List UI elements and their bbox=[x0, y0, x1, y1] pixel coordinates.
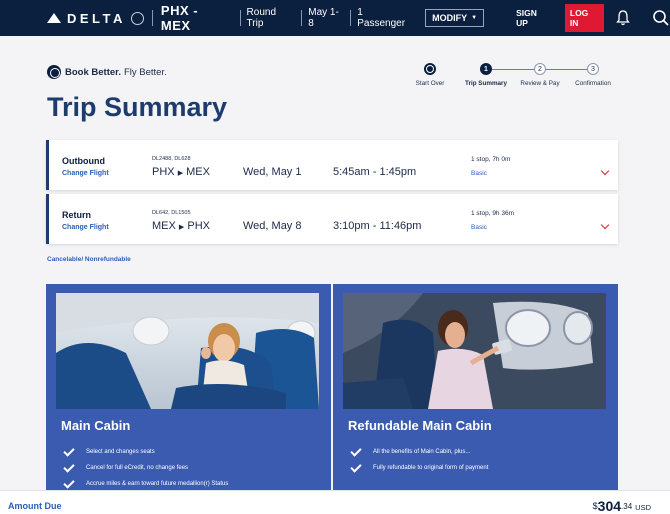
arrow-right-icon: ▶ bbox=[177, 170, 184, 177]
tagline-bold: Book Better. bbox=[65, 66, 121, 78]
trip-type: Round Trip bbox=[246, 7, 277, 29]
flight-numbers: DL642, DL1505 bbox=[152, 210, 191, 216]
fare-class: Basic bbox=[471, 224, 487, 231]
chevron-down-icon[interactable] bbox=[600, 166, 610, 176]
feature-text: Accrue miles & earn toward future medall… bbox=[86, 481, 229, 487]
step-label: Confirmation bbox=[575, 80, 611, 87]
passenger-count: 1 Passenger bbox=[357, 7, 406, 29]
cabin-photo bbox=[56, 293, 319, 409]
checkmark-icon bbox=[350, 444, 362, 457]
feature-item: All the benefits of Main Cabin, plus... bbox=[348, 444, 488, 460]
modify-button[interactable]: MODIFY ▼ bbox=[425, 9, 485, 27]
start-over-label: Start Over bbox=[415, 80, 445, 87]
amount-due-value: $ 304 .34 USD bbox=[593, 498, 651, 514]
flight-card-outbound[interactable]: Outbound Change Flight DL2488, DL628 PHX… bbox=[46, 140, 618, 190]
flight-date: Wed, May 8 bbox=[243, 220, 302, 232]
route-label: PHX - MEX bbox=[160, 3, 199, 33]
flight-card-return[interactable]: Return Change Flight DL642, DL1505 MEX ▶… bbox=[46, 194, 618, 244]
feature-text: Cancel for full eCredit, no change fees bbox=[86, 465, 189, 471]
brand-name: DELTA bbox=[67, 10, 126, 26]
amount-integer: 304 bbox=[597, 498, 622, 514]
feature-text: All the benefits of Main Cabin, plus... bbox=[373, 449, 471, 455]
destination-code: PHX bbox=[187, 220, 210, 232]
step-number: 3 bbox=[587, 63, 599, 75]
flight-times: 5:45am - 1:45pm bbox=[333, 166, 417, 178]
checkmark-icon bbox=[63, 444, 75, 457]
origin-code: PHX bbox=[152, 166, 175, 178]
sign-up-link[interactable]: SIGN UP bbox=[516, 8, 551, 28]
booking-progress: Start Over 1 Trip Summary 2 Review & Pay… bbox=[410, 63, 622, 93]
delta-widget-icon bbox=[47, 13, 61, 23]
flight-route: PHX ▶ MEX bbox=[152, 166, 210, 178]
fare-class: Basic bbox=[471, 170, 487, 177]
flight-stops: 1 stop, 7h 0m bbox=[471, 156, 511, 163]
cancel-policy-link[interactable]: Cancelable/ Nonrefundable bbox=[47, 256, 131, 263]
divider bbox=[350, 10, 352, 26]
caret-down-icon: ▼ bbox=[471, 15, 478, 21]
cabin-features: All the benefits of Main Cabin, plus... … bbox=[348, 444, 488, 476]
amount-decimal: .34 bbox=[621, 502, 633, 511]
flight-direction: Outbound bbox=[62, 156, 105, 166]
feature-item: Cancel for full eCredit, no change fees bbox=[61, 460, 228, 476]
flight-stops: 1 stop, 9h 36m bbox=[471, 210, 514, 217]
bell-icon[interactable] bbox=[616, 10, 630, 26]
feature-item: Fully refundable to original form of pay… bbox=[348, 460, 488, 476]
divider bbox=[301, 10, 303, 26]
flight-date: Wed, May 1 bbox=[243, 166, 302, 178]
cabin-name: Refundable Main Cabin bbox=[348, 418, 492, 433]
tagline-rest: Fly Better. bbox=[123, 66, 167, 78]
top-nav: DELTA PHX - MEX Round Trip May 1-8 1 Pas… bbox=[0, 0, 670, 36]
origin-code: MEX bbox=[152, 220, 176, 232]
checkmark-icon bbox=[350, 460, 362, 473]
page-title: Trip Summary bbox=[47, 92, 228, 122]
checkmark-icon bbox=[63, 460, 75, 473]
change-flight-link[interactable]: Change Flight bbox=[62, 170, 109, 177]
cabin-photo bbox=[343, 293, 606, 409]
destination-code: MEX bbox=[186, 166, 210, 178]
delta-globe-icon bbox=[47, 65, 61, 79]
flight-route: MEX ▶ PHX bbox=[152, 220, 210, 232]
chevron-down-icon[interactable] bbox=[600, 220, 610, 230]
search-icon[interactable] bbox=[652, 9, 670, 27]
divider bbox=[239, 10, 241, 26]
cabin-features: Select and changes seats Cancel for full… bbox=[61, 444, 228, 492]
start-over-icon bbox=[424, 63, 436, 75]
checkmark-icon bbox=[63, 476, 75, 489]
trip-dates: May 1-8 bbox=[308, 7, 339, 29]
step-number: 2 bbox=[534, 63, 546, 75]
step-label: Review & Pay bbox=[520, 80, 560, 87]
cabin-card-refundable[interactable]: Refundable Main Cabin All the benefits o… bbox=[333, 284, 618, 490]
cabin-card-main[interactable]: Main Cabin Select and changes seats Canc… bbox=[46, 284, 331, 490]
flight-numbers: DL2488, DL628 bbox=[152, 156, 191, 162]
flight-direction: Return bbox=[62, 210, 91, 220]
divider bbox=[151, 10, 153, 26]
cabin-name: Main Cabin bbox=[61, 418, 131, 433]
step-number: 1 bbox=[480, 63, 492, 75]
step-trip-summary: 1 Trip Summary bbox=[464, 63, 508, 87]
step-confirmation: 3 Confirmation bbox=[571, 63, 615, 87]
arrow-right-icon: ▶ bbox=[178, 224, 185, 231]
book-better-tagline: Book Better. Fly Better. bbox=[47, 65, 167, 79]
start-over-step[interactable]: Start Over bbox=[410, 63, 450, 87]
feature-item: Select and changes seats bbox=[61, 444, 228, 460]
amount-due-bar: Amount Due $ 304 .34 USD bbox=[0, 490, 670, 514]
feature-text: Fully refundable to original form of pay… bbox=[373, 465, 489, 471]
change-flight-link[interactable]: Change Flight bbox=[62, 224, 109, 231]
step-review-pay: 2 Review & Pay bbox=[518, 63, 562, 87]
skyteam-icon bbox=[130, 11, 144, 25]
feature-text: Select and changes seats bbox=[86, 449, 155, 455]
delta-logo[interactable]: DELTA bbox=[47, 11, 144, 26]
modify-label: MODIFY bbox=[432, 13, 468, 23]
step-label: Trip Summary bbox=[465, 80, 507, 87]
amount-due-label[interactable]: Amount Due bbox=[8, 501, 62, 511]
flight-times: 3:10pm - 11:46pm bbox=[333, 220, 422, 232]
currency-code: USD bbox=[635, 503, 651, 512]
log-in-button[interactable]: LOG IN bbox=[564, 4, 605, 32]
